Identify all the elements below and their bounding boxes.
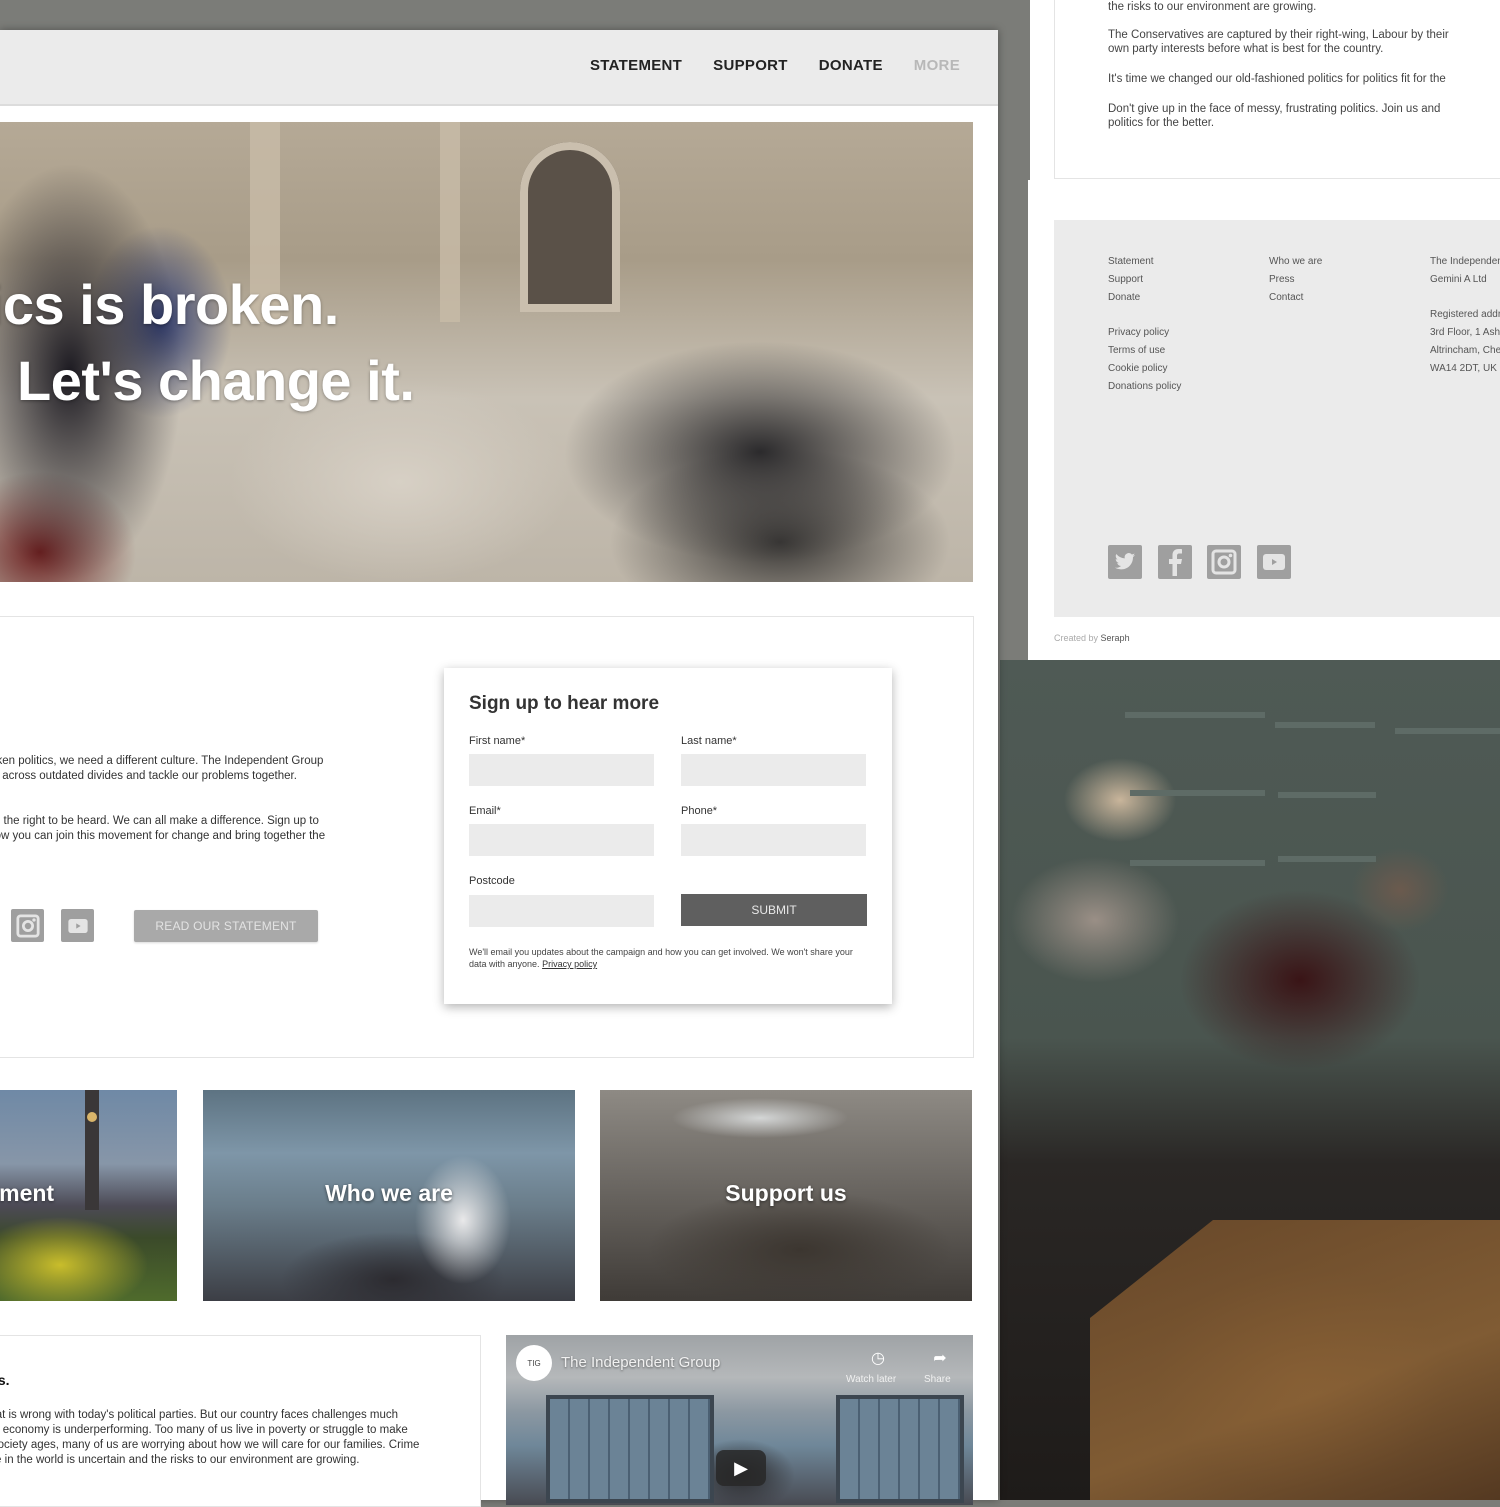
challenges-heading: Our country faces enormous challenges.: [0, 1372, 10, 1388]
footer-link-cookies[interactable]: Cookie policy: [1108, 360, 1181, 378]
footer-link-privacy[interactable]: Privacy policy: [1108, 324, 1181, 342]
video-embed[interactable]: TIG The Independent Group ◷ Watch later …: [506, 1335, 973, 1505]
hero-headline: Politics is broken. Let's change it.: [0, 267, 415, 419]
company-entity: Gemini A Ltd: [1430, 274, 1487, 285]
first-name-label: First name*: [469, 735, 526, 747]
channel-logo[interactable]: TIG: [516, 1345, 552, 1381]
intro-paragraph-2: Everyone has the right to be heard. We c…: [0, 815, 326, 842]
address-line: WA14 2DT, UK: [1430, 363, 1497, 374]
top-nav-bar: STATEMENT SUPPORT DONATE MORE: [0, 30, 998, 106]
footer-links-main: Statement Support Donate: [1108, 253, 1154, 307]
footer-link-who-we-are[interactable]: Who we are: [1269, 253, 1322, 271]
footer-link-contact[interactable]: Contact: [1269, 289, 1322, 307]
footer-link-statement[interactable]: Statement: [1108, 253, 1154, 271]
nav-donate[interactable]: DONATE: [819, 57, 883, 74]
footer-instagram-button[interactable]: [1207, 545, 1241, 579]
footer-youtube-button[interactable]: [1257, 545, 1291, 579]
nav-statement[interactable]: STATEMENT: [590, 57, 682, 74]
clock-icon[interactable]: ◷: [868, 1348, 888, 1368]
address-line: Altrincham, Cheshire: [1430, 345, 1500, 356]
submit-button[interactable]: SUBMIT: [681, 894, 867, 926]
footer-link-terms[interactable]: Terms of use: [1108, 342, 1181, 360]
card-label: Support us: [725, 1180, 847, 1206]
video-channel-title[interactable]: The Independent Group: [561, 1354, 720, 1371]
card-label: Who we are: [325, 1180, 453, 1206]
credit-prefix: Created by: [1054, 633, 1099, 643]
phone-input[interactable]: [681, 824, 866, 856]
footer-company: The Independent Group Gemini A Ltd: [1430, 253, 1500, 289]
footer-links-about: Who we are Press Contact: [1269, 253, 1322, 307]
facebook-icon: [1169, 549, 1182, 576]
hero-doorway: [520, 142, 620, 312]
footer-twitter-button[interactable]: [1108, 545, 1142, 579]
youtube-icon: [1263, 554, 1285, 570]
card-support-us[interactable]: Support us: [600, 1090, 972, 1301]
signup-form: Sign up to hear more First name* Last na…: [444, 668, 892, 1004]
signup-title: Sign up to hear more: [469, 693, 660, 714]
instagram-icon: [15, 913, 40, 938]
company-name: The Independent Group: [1430, 256, 1500, 267]
last-name-input[interactable]: [681, 754, 866, 786]
youtube-icon: [67, 918, 88, 933]
site-credit: Created by Seraph: [1054, 633, 1130, 643]
footer-link-donations-policy[interactable]: Donations policy: [1108, 378, 1181, 396]
statement-line: own party interests before what is best …: [1108, 43, 1384, 55]
card-statement[interactable]: Statement: [0, 1090, 177, 1301]
nav-more[interactable]: MORE: [914, 57, 960, 74]
main-nav: STATEMENT SUPPORT DONATE MORE: [590, 57, 960, 74]
nav-support[interactable]: SUPPORT: [713, 57, 788, 74]
background-photo: [1000, 660, 1500, 1500]
statement-line: The Conservatives are captured by their …: [1108, 29, 1449, 41]
signup-disclaimer: We'll email you updates about the campai…: [469, 946, 869, 970]
read-statement-button[interactable]: READ OUR STATEMENT: [134, 910, 318, 942]
play-icon: ▶: [734, 1457, 748, 1478]
address-line: 3rd Floor, 1 Ashley Road: [1430, 327, 1500, 338]
intro-youtube-button[interactable]: [61, 909, 94, 942]
intro-paragraph-1: To fix our broken politics, we need a di…: [0, 755, 324, 782]
address-label: Registered address: [1430, 309, 1500, 320]
footer-link-donate[interactable]: Donate: [1108, 289, 1154, 307]
phone-label: Phone*: [681, 805, 718, 817]
first-name-input[interactable]: [469, 754, 654, 786]
statement-line: politics for the better.: [1108, 117, 1215, 129]
play-button[interactable]: ▶: [716, 1450, 766, 1486]
disclaimer-text: We'll email you updates about the campai…: [469, 947, 853, 969]
postcode-input[interactable]: [469, 895, 654, 927]
postcode-label: Postcode: [469, 875, 515, 887]
privacy-policy-link[interactable]: Privacy policy: [542, 959, 597, 969]
instagram-icon: [1211, 549, 1237, 575]
intro-instagram-button[interactable]: [11, 909, 44, 942]
hero-line-2: Let's change it.: [17, 349, 415, 412]
statement-line: It's time we changed our old-fashioned p…: [1108, 73, 1446, 85]
hero-line-1: Politics is broken.: [0, 273, 339, 336]
share-icon[interactable]: ➦: [930, 1348, 950, 1368]
watch-later-label: Watch later: [846, 1374, 897, 1385]
statement-line: the risks to our environment are growing…: [1108, 1, 1317, 13]
email-label: Email*: [469, 805, 501, 817]
footer-link-press[interactable]: Press: [1269, 271, 1322, 289]
footer-address: Registered address 3rd Floor, 1 Ashley R…: [1430, 306, 1500, 378]
footer-links-legal: Privacy policy Terms of use Cookie polic…: [1108, 324, 1181, 396]
footer-facebook-button[interactable]: [1158, 545, 1192, 579]
challenges-section: Our country faces enormous challenges. B…: [0, 1335, 481, 1507]
challenges-paragraph: Brexit has exposed what is wrong with to…: [0, 1409, 420, 1466]
statement-line: Don't give up in the face of messy, frus…: [1108, 103, 1441, 115]
card-label: Statement: [0, 1180, 55, 1206]
last-name-label: Last name*: [681, 735, 737, 747]
hero-banner: Politics is broken. Let's change it.: [0, 122, 973, 582]
card-who-we-are[interactable]: Who we are: [203, 1090, 575, 1301]
credit-link[interactable]: Seraph: [1101, 633, 1130, 643]
share-label: Share: [924, 1374, 951, 1385]
email-input[interactable]: [469, 824, 654, 856]
statement-text: the risks to our environment are growing…: [1054, 0, 1500, 180]
footer-link-support[interactable]: Support: [1108, 271, 1154, 289]
twitter-icon: [1114, 553, 1136, 570]
